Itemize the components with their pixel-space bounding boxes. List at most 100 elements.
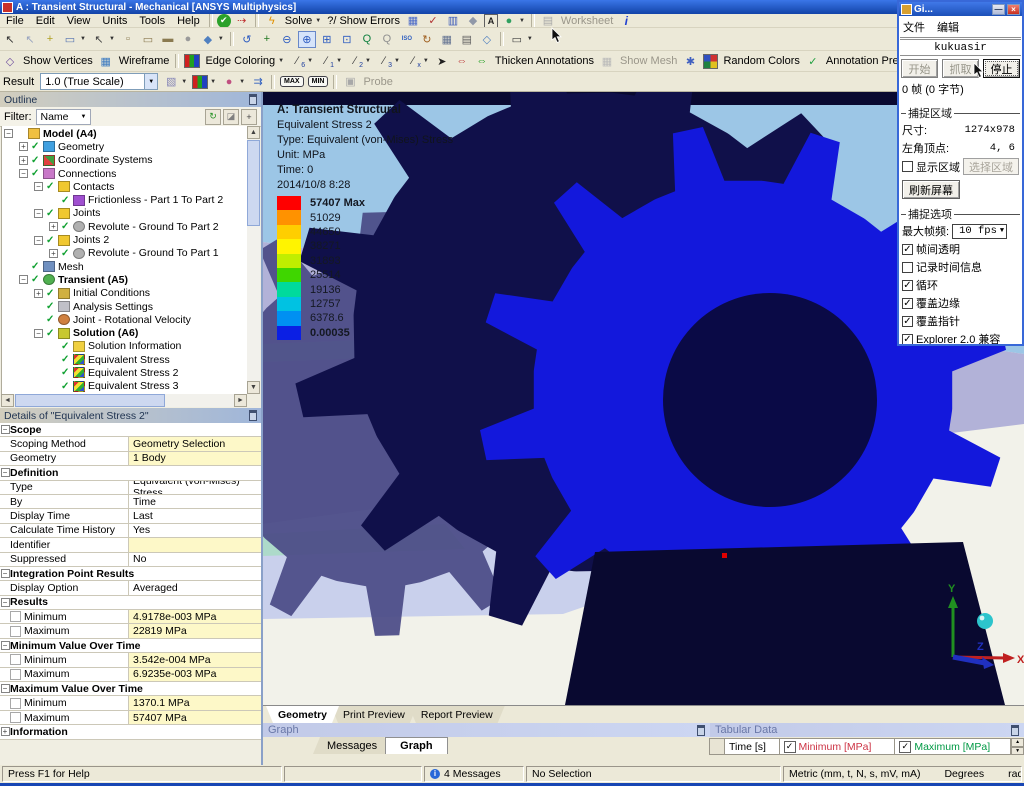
box-select-icon[interactable]: ▭ (61, 31, 79, 48)
details-property-value[interactable]: No (128, 553, 261, 566)
details-property-value[interactable]: 4.9178e-003 MPa (128, 610, 261, 623)
tab-report-preview[interactable]: Report Preview (409, 706, 505, 723)
zoom-out-icon[interactable]: ⊖ (278, 31, 296, 48)
max-tag-icon[interactable]: ➤ (433, 53, 451, 70)
option-checkbox[interactable]: ✓ (902, 280, 913, 291)
toolbar-label[interactable]: Edge Coloring (205, 55, 275, 67)
print-icon[interactable]: ▤ (458, 31, 476, 48)
result-checkbox[interactable] (10, 712, 21, 723)
details-property-value[interactable]: Equivalent (von-Mises) Stress (128, 481, 261, 494)
tree-item[interactable]: ✓Joint - Rotational Velocity (2, 313, 247, 326)
edge-coloring-icon[interactable] (183, 53, 201, 70)
recorder-title-bar[interactable]: Gi... — × (899, 2, 1022, 16)
select-region-button[interactable]: 选择区域 (963, 158, 1019, 175)
menu-edit[interactable]: 编辑 (937, 19, 959, 35)
tree-item[interactable]: −✓Solution (A6) (2, 326, 247, 339)
fps-dropdown[interactable]: 10 fps▼ (952, 224, 1007, 239)
refresh-screen-button[interactable]: 刷新屏幕 (902, 180, 960, 199)
zoom-fit-icon[interactable]: ⊡ (338, 31, 356, 48)
label-select-icon[interactable]: ↖ (1, 31, 19, 48)
result-checkbox[interactable] (10, 611, 21, 622)
chevron-down-icon[interactable]: ▼ (144, 74, 157, 89)
pan-icon[interactable]: + (258, 31, 276, 48)
option-checkbox[interactable] (902, 262, 913, 273)
minimize-button[interactable]: — (992, 4, 1005, 15)
category-expander-icon[interactable]: + (1, 727, 10, 736)
result-checkbox[interactable] (10, 698, 21, 709)
tree-expander-icon[interactable]: + (19, 156, 28, 165)
chevron-down-icon[interactable]: ▼ (307, 58, 313, 64)
chevron-down-icon[interactable]: ▼ (315, 18, 321, 24)
column-checkbox[interactable]: ✓ (784, 741, 796, 753)
tree-expander-icon[interactable]: + (49, 222, 58, 231)
category-expander-icon[interactable]: − (1, 425, 10, 434)
chevron-down-icon[interactable]: ▼ (278, 58, 284, 64)
viewports-icon[interactable]: ▦ (438, 31, 456, 48)
menu-units[interactable]: Units (96, 14, 133, 27)
image-capture-icon[interactable]: ◇ (478, 31, 496, 48)
tab-graph[interactable]: Graph (385, 737, 447, 754)
scrollbar-thumb[interactable] (15, 394, 165, 407)
option-checkbox[interactable]: ✓ (902, 334, 913, 345)
result-checkbox[interactable] (10, 626, 21, 637)
tabular-maximum-column[interactable]: ✓Maximum [MPa] (894, 738, 1011, 755)
chevron-down-icon[interactable]: ▼ (519, 18, 525, 24)
tab-print-preview[interactable]: Print Preview (331, 706, 417, 723)
chevron-down-icon[interactable]: ▼ (181, 79, 187, 85)
wireframe-icon[interactable]: ▦ (97, 53, 115, 70)
geometry-display-icon[interactable]: ▧ (162, 73, 180, 90)
details-property-value[interactable]: 6.9235e-003 MPa (128, 668, 261, 681)
interrupt-solution-icon[interactable]: ⇢ (233, 14, 251, 28)
refresh-tree-icon[interactable]: ↻ (205, 109, 221, 125)
pin-icon[interactable] (249, 410, 257, 421)
random-colors-icon[interactable] (701, 53, 719, 70)
scroll-down-icon[interactable]: ▼ (247, 381, 260, 394)
toolbar-label[interactable]: Thicken Annotations (495, 55, 594, 67)
details-property-value[interactable]: 3.542e-004 MPa (128, 653, 261, 666)
show-mesh-icon[interactable]: ▦ (598, 53, 616, 70)
probe-annotation-icon[interactable]: ✱ (681, 53, 699, 70)
scroll-left-icon[interactable]: ◄ (1, 394, 14, 407)
tree-expander-icon[interactable]: − (19, 275, 28, 284)
details-property-value[interactable]: 1370.1 MPa (128, 696, 261, 709)
tabular-minimum-column[interactable]: ✓Minimum [MPa] (779, 738, 896, 755)
pin-icon[interactable] (697, 725, 705, 736)
edge-direction-4-icon[interactable]: ∕3 (375, 53, 393, 70)
option-checkbox[interactable]: ✓ (902, 316, 913, 327)
info-icon[interactable]: i (617, 14, 635, 28)
toolbar-label[interactable]: ?/ Show Errors (327, 15, 400, 27)
pin-icon[interactable] (1011, 725, 1019, 736)
tree-item[interactable]: ✓Frictionless - Part 1 To Part 2 (2, 193, 247, 206)
tree-item[interactable]: ✓Equivalent Stress 3 (2, 380, 247, 393)
menu-file[interactable]: File (0, 14, 30, 27)
scrollbar-thumb[interactable] (247, 140, 260, 226)
category-expander-icon[interactable]: − (1, 569, 10, 578)
category-expander-icon[interactable]: − (1, 598, 10, 607)
smooth-contours-icon[interactable]: ● (220, 73, 238, 90)
tree-item[interactable]: ✓Equivalent Stress 2 (2, 366, 247, 379)
solve-lightning-icon[interactable]: ϟ (263, 14, 281, 28)
vector-display-icon[interactable]: ⇉ (249, 73, 267, 90)
box-zoom-icon[interactable]: ⊞ (318, 31, 336, 48)
tab-messages[interactable]: Messages (313, 737, 391, 754)
menu-tools[interactable]: Tools (133, 14, 171, 27)
tree-expander-icon[interactable]: − (4, 129, 13, 138)
menu-view[interactable]: View (61, 14, 97, 27)
tree-item[interactable]: −✓Joints (2, 207, 247, 220)
tree-horizontal-scrollbar[interactable]: ◄ ► (1, 394, 247, 407)
tree-expander-icon[interactable]: + (34, 289, 43, 298)
hit-point-select-icon[interactable]: ↖ (21, 31, 39, 48)
tree-expander-icon[interactable]: + (19, 142, 28, 151)
tree-item[interactable]: +✓Coordinate Systems (2, 154, 247, 167)
color-sphere-icon[interactable]: ● (500, 14, 518, 28)
edge-direction-5-icon[interactable]: ∕x (404, 53, 422, 70)
scroll-right-icon[interactable]: ► (234, 394, 247, 407)
tree-expander-icon[interactable]: − (34, 209, 43, 218)
rotate-icon[interactable]: ↺ (238, 31, 256, 48)
tree-vertical-scrollbar[interactable]: ▲ ▼ (247, 126, 260, 394)
max-annotation-button[interactable]: MAX (280, 76, 304, 87)
category-expander-icon[interactable]: − (1, 641, 10, 650)
details-property-value[interactable]: Yes (128, 524, 261, 537)
annotation-icon[interactable]: A (484, 14, 498, 28)
pin-icon[interactable] (249, 94, 257, 105)
